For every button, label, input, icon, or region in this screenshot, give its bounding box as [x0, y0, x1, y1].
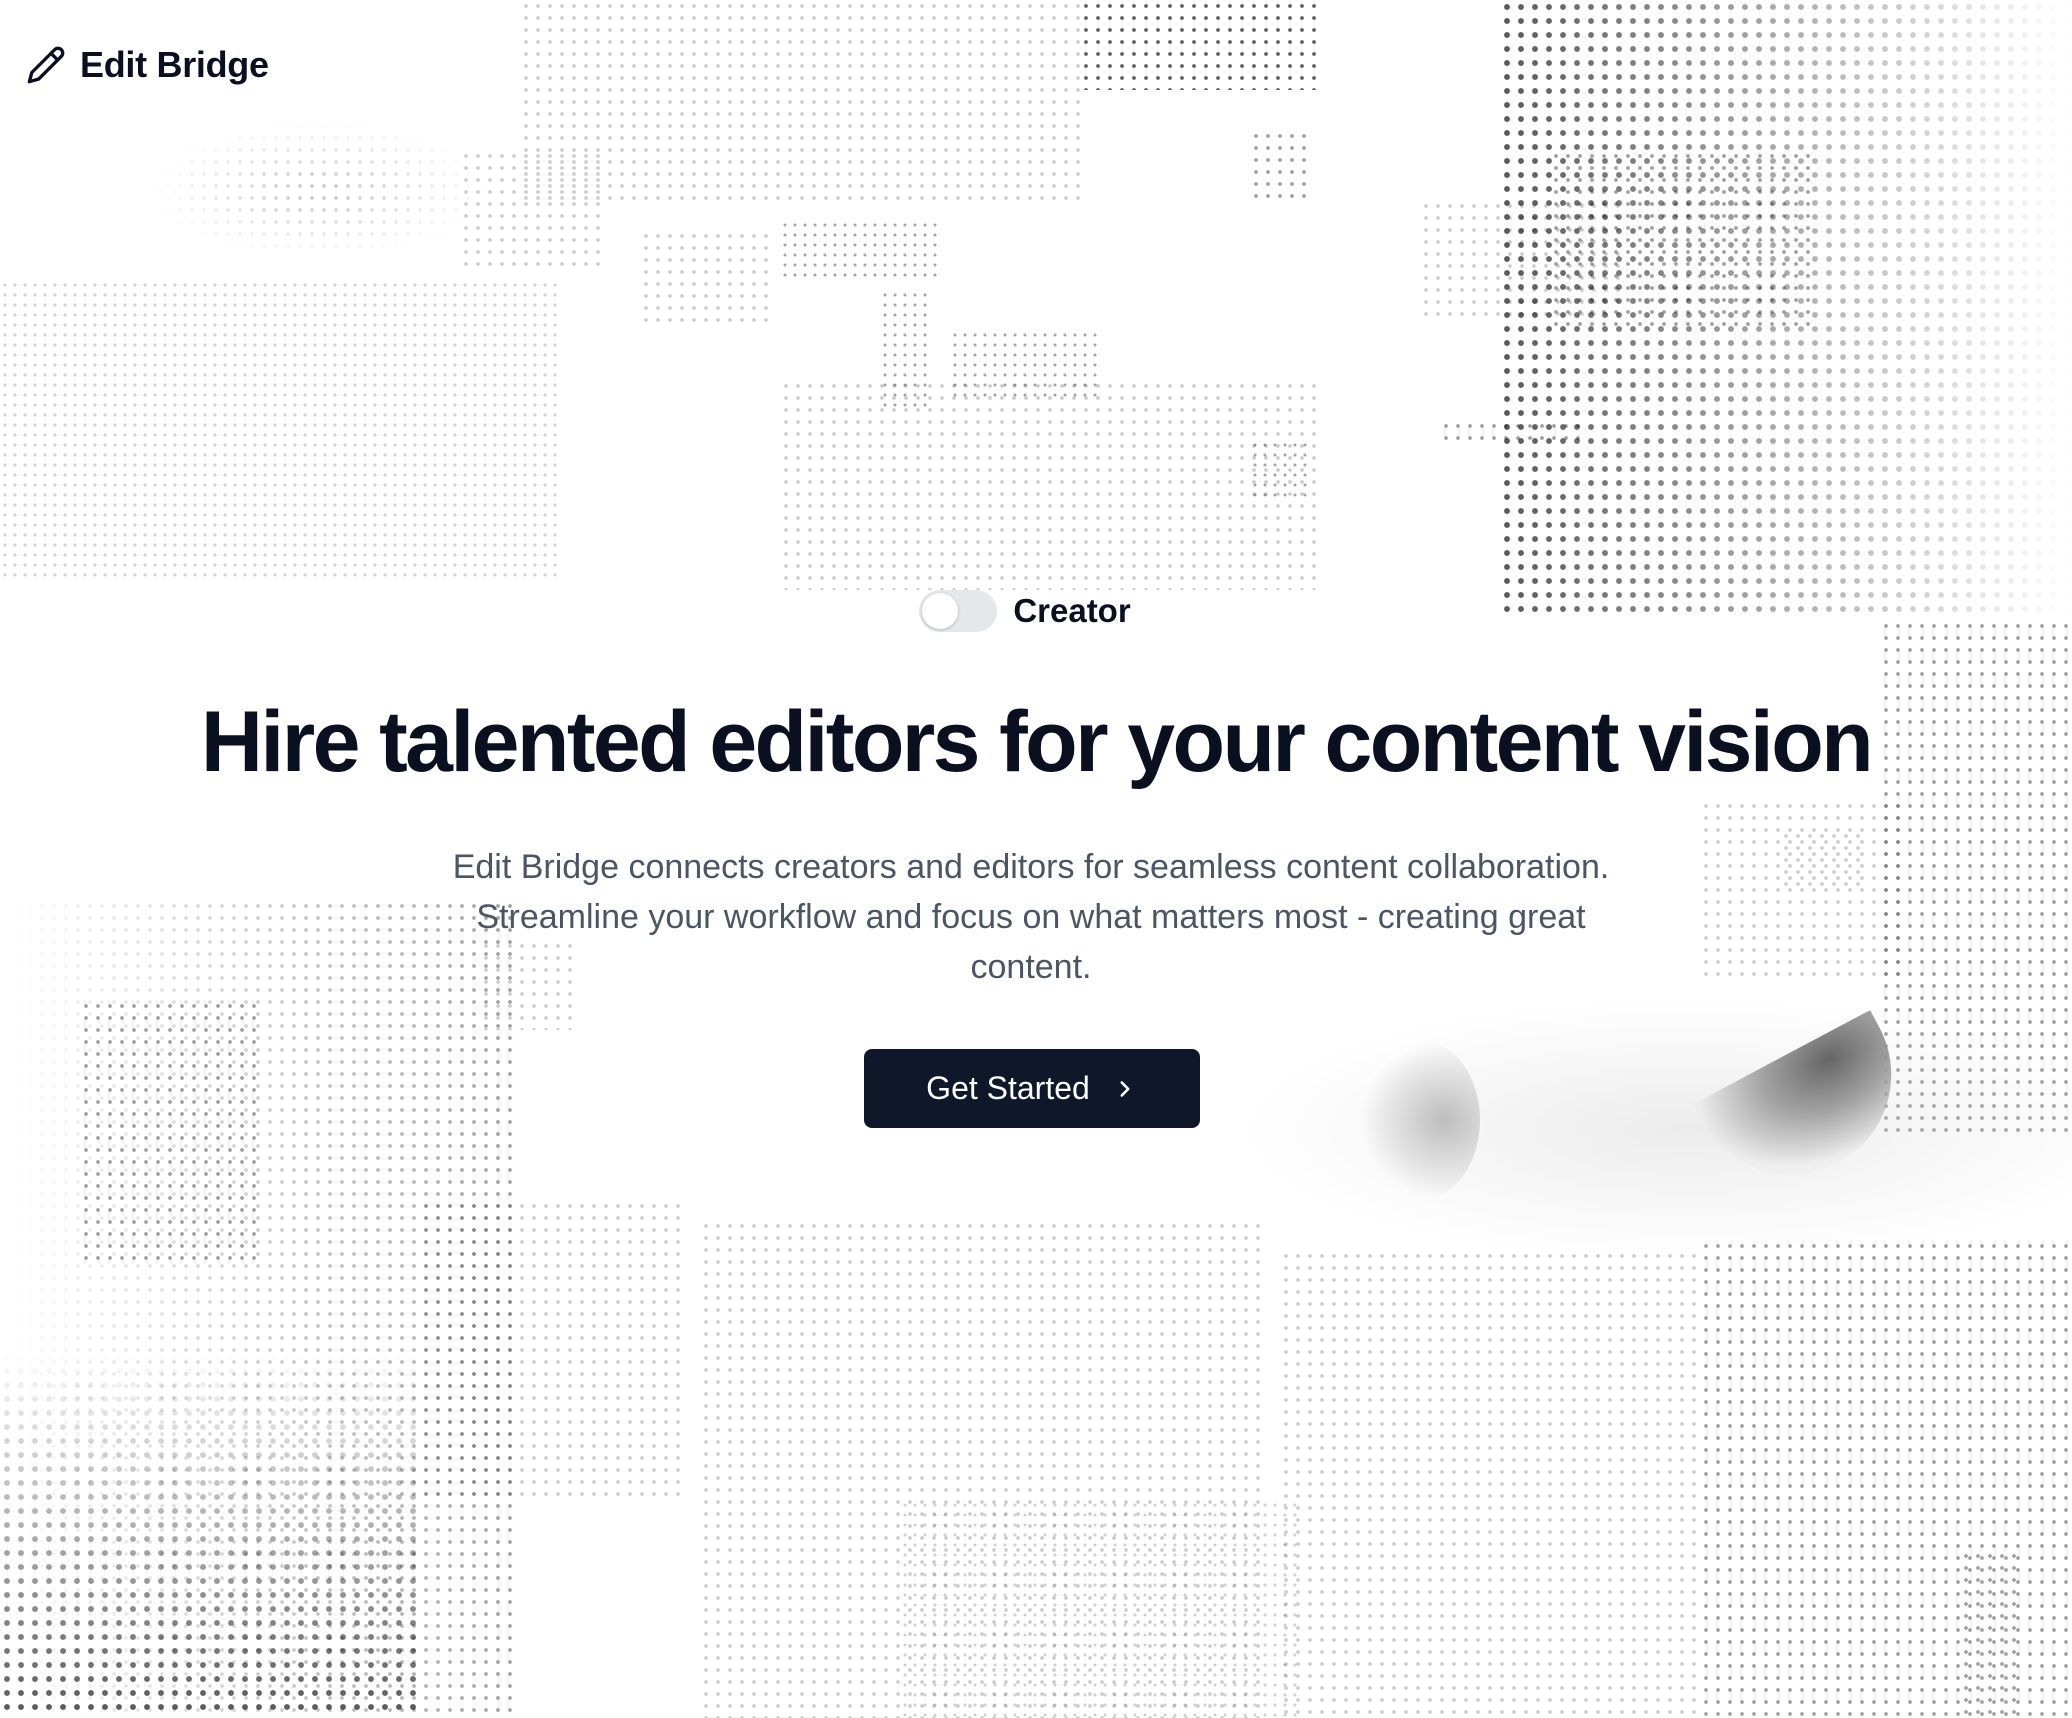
brand-name: Edit Bridge [80, 44, 269, 85]
hero-subtitle: Edit Bridge connects creators and editor… [452, 848, 1610, 986]
get-started-button[interactable]: Get Started [864, 1049, 1200, 1128]
chevron-right-icon [1120, 1080, 1130, 1097]
pencil-icon [27, 46, 65, 84]
brand-logo[interactable]: Edit Bridge [26, 44, 269, 86]
landing-page: Edit Bridge Creator Hire talented editor… [0, 0, 2072, 1718]
hero-headline: Hire talented editors for your content v… [200, 694, 1874, 790]
get-started-label: Get Started [926, 1070, 1090, 1106]
role-toggle-label: Creator [1013, 592, 1131, 629]
role-toggle-row: Creator [0, 590, 2072, 632]
toggle-knob [922, 593, 959, 629]
role-toggle-switch[interactable] [919, 590, 998, 632]
